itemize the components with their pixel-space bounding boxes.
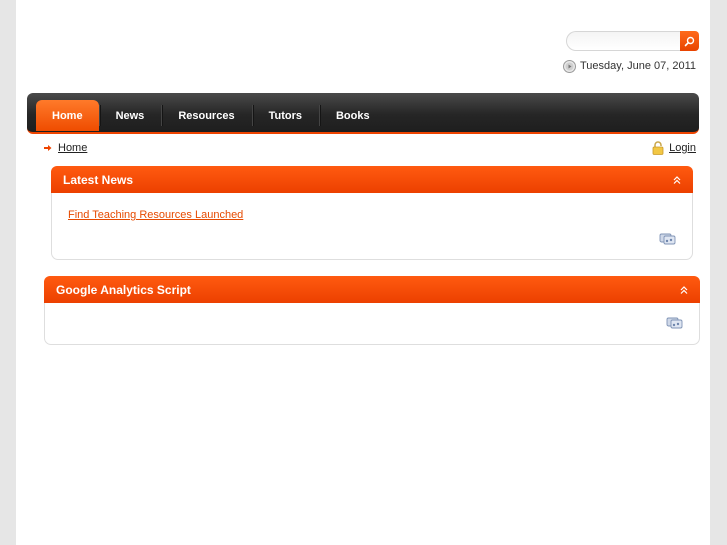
nav-item-news[interactable]: News (98, 100, 162, 131)
search-button[interactable] (680, 31, 699, 51)
nav-item-label: News (115, 109, 145, 122)
date-display: Tuesday, June 07, 2011 (563, 59, 696, 73)
search-icon (684, 36, 695, 46)
login: Login (652, 141, 696, 155)
nav-item-label: Tutors (268, 109, 302, 122)
module-header: Latest News (51, 166, 693, 193)
breadcrumb-home-link[interactable]: Home (58, 142, 87, 154)
latest-news-module: Latest News Find Teaching Resources Laun… (51, 166, 693, 260)
nav-item-home[interactable]: Home (36, 100, 99, 131)
main-nav: Home News Resources Tutors Books (27, 93, 699, 134)
breadcrumb: Home (44, 142, 87, 154)
module-title: Google Analytics Script (56, 282, 191, 297)
arrow-right-icon (44, 145, 52, 151)
module-title: Latest News (63, 172, 134, 187)
module-header: Google Analytics Script (44, 276, 700, 303)
nav-item-label: Books (335, 109, 370, 122)
page: Tuesday, June 07, 2011 Home News Resourc… (16, 0, 710, 545)
nav-item-tutors[interactable]: Tutors (251, 100, 319, 131)
nav-item-resources[interactable]: Resources (161, 100, 251, 131)
nav-item-books[interactable]: Books (318, 100, 387, 131)
lock-icon (652, 141, 664, 155)
login-link[interactable]: Login (669, 142, 696, 154)
search-box (566, 31, 699, 53)
nav-item-label: Home (52, 109, 83, 122)
clock-icon (563, 59, 576, 73)
nav-item-label: Resources (178, 109, 235, 122)
search-input[interactable] (566, 31, 680, 51)
feed-icon[interactable] (659, 231, 676, 245)
feed-icon[interactable] (666, 315, 683, 329)
collapse-up-icon[interactable] (673, 175, 681, 184)
analytics-module: Google Analytics Script (44, 276, 700, 345)
news-item-link[interactable]: Find Teaching Resources Launched (68, 209, 243, 221)
date-text: Tuesday, June 07, 2011 (580, 60, 696, 72)
collapse-up-icon[interactable] (680, 285, 688, 294)
